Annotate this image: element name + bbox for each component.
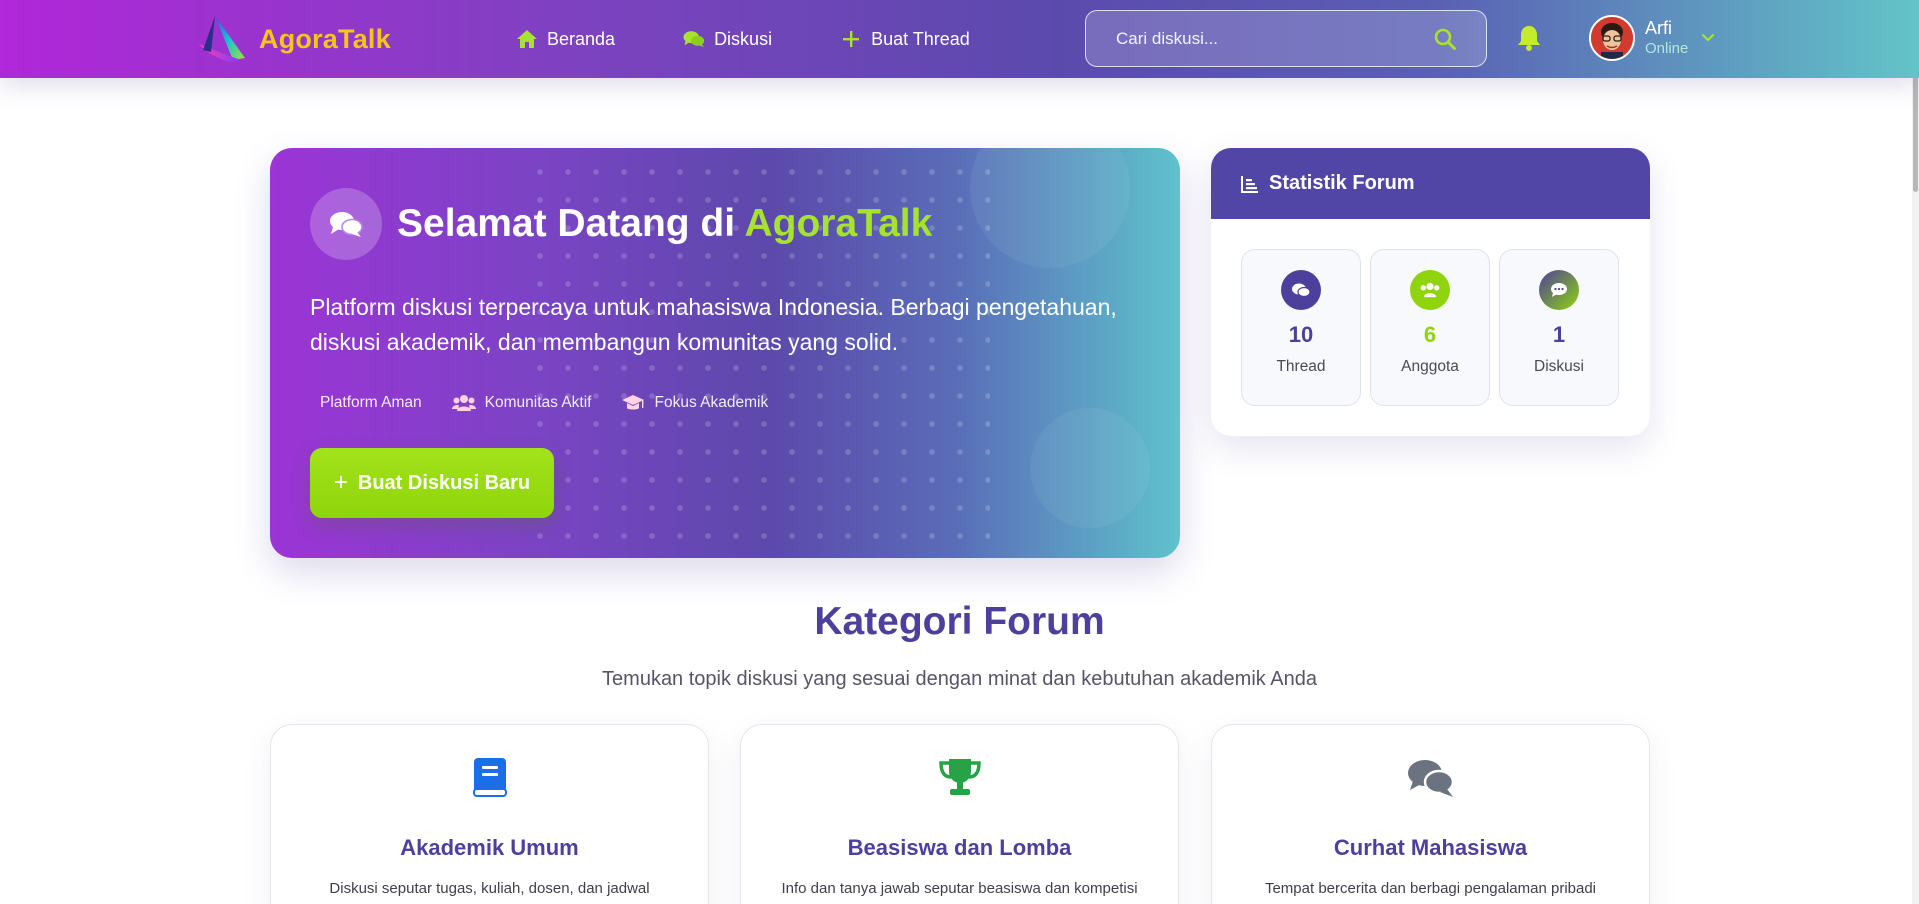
forum-stats-body: 10 Thread 6 Anggota 1 Diskusi [1211, 219, 1650, 406]
user-menu[interactable]: Arfi Online [1589, 15, 1716, 61]
search-icon[interactable] [1430, 24, 1460, 54]
hero-title-accent: AgoraTalk [744, 202, 933, 245]
category-description: Info dan tanya jawab seputar beasiswa da… [781, 880, 1138, 897]
users-icon [451, 394, 476, 412]
hero-decoration [1030, 408, 1150, 528]
create-discussion-button[interactable]: + Buat Diskusi Baru [310, 448, 554, 518]
comment-dots-icon [1539, 270, 1579, 310]
nav-link-buat-thread[interactable]: Buat Thread [840, 28, 970, 50]
stat-anggota: 6 Anggota [1370, 249, 1490, 406]
chart-bar-icon [1241, 175, 1259, 193]
stat-label: Anggota [1401, 358, 1459, 375]
categories-subtitle: Temukan topik diskusi yang sesuai dengan… [602, 668, 1317, 690]
avatar [1589, 15, 1635, 61]
feature-label: Komunitas Aktif [484, 394, 592, 411]
feature-fokus-akademik: Fokus Akademik [621, 394, 768, 412]
brand-logo-icon [199, 16, 245, 62]
category-name: Curhat Mahasiswa [1333, 835, 1528, 860]
hero-title-prefix: Selamat Datang di [397, 202, 736, 245]
chevron-down-icon[interactable] [1700, 30, 1716, 46]
search-input[interactable] [1086, 11, 1430, 66]
user-name: Arfi [1645, 18, 1672, 39]
forum-stats-title: Statistik Forum [1269, 172, 1415, 194]
user-meta: Arfi Online [1645, 18, 1688, 58]
bell-icon[interactable] [1516, 24, 1542, 52]
plus-icon [840, 28, 862, 50]
nav-links: Beranda Diskusi Buat Thread [516, 0, 970, 78]
stat-value: 1 [1552, 322, 1566, 347]
category-name: Akademik Umum [400, 835, 579, 860]
hero-features: Platform Aman Komunitas Aktif Fokus Akad… [310, 394, 798, 412]
nav-link-beranda[interactable]: Beranda [516, 28, 615, 50]
trophy-icon [741, 757, 1178, 797]
category-card-beasiswa-lomba[interactable]: Beasiswa dan Lomba Info dan tanya jawab … [740, 724, 1179, 904]
nav-link-label: Buat Thread [871, 28, 970, 49]
category-name: Beasiswa dan Lomba [847, 835, 1072, 860]
create-discussion-label: Buat Diskusi Baru [357, 471, 531, 494]
stat-diskusi: 1 Diskusi [1499, 249, 1619, 406]
scrollbar[interactable] [1912, 0, 1919, 904]
stat-label: Thread [1276, 358, 1326, 375]
comments-icon [310, 188, 382, 260]
comments-icon [1281, 270, 1321, 310]
category-card-curhat-mahasiswa[interactable]: Curhat Mahasiswa Tempat bercerita dan be… [1211, 724, 1650, 904]
category-description: Tempat bercerita dan berbagi pengalaman … [1264, 880, 1597, 897]
stat-value: 10 [1288, 322, 1314, 347]
user-status: Online [1645, 39, 1689, 57]
feature-label: Platform Aman [320, 394, 422, 411]
navbar: AgoraTalk Beranda Diskusi Buat Thread Ca… [0, 0, 1919, 78]
hero-title: Selamat Datang di AgoraTalk [397, 202, 932, 246]
category-description: Diskusi seputar tugas, kuliah, dosen, da… [329, 880, 650, 897]
search-bar [1085, 10, 1487, 67]
brand-name: AgoraTalk [259, 23, 391, 54]
graduation-cap-icon [621, 394, 645, 412]
forum-stats-card: Statistik Forum 10 Thread 6 Anggota 1 Di… [1211, 148, 1650, 436]
hero-banner: Selamat Datang di AgoraTalk Platform dis… [270, 148, 1180, 558]
nav-link-label: Diskusi [714, 28, 773, 49]
categories-title: Kategori Forum [814, 600, 1105, 643]
nav-link-label: Beranda [547, 28, 616, 49]
stat-value: 6 [1423, 322, 1437, 347]
feature-platform-aman: Platform Aman [320, 394, 422, 412]
comments-icon [683, 28, 705, 50]
feature-komunitas-aktif: Komunitas Aktif [451, 394, 592, 412]
users-icon [1410, 270, 1450, 310]
home-icon [516, 28, 538, 50]
stat-label: Diskusi [1534, 358, 1584, 375]
hero-description: Platform diskusi terpercaya untuk mahasi… [310, 294, 1117, 355]
comments-icon [1212, 757, 1649, 799]
book-icon [271, 757, 708, 797]
brand[interactable]: AgoraTalk [193, 14, 391, 64]
hero-decoration [970, 148, 1130, 268]
stat-thread: 10 Thread [1241, 249, 1361, 406]
forum-stats-header: Statistik Forum [1211, 148, 1650, 219]
nav-link-diskusi[interactable]: Diskusi [683, 28, 772, 50]
feature-label: Fokus Akademik [654, 394, 769, 411]
plus-icon: + [333, 469, 348, 496]
category-card-akademik-umum[interactable]: Akademik Umum Diskusi seputar tugas, kul… [270, 724, 709, 904]
